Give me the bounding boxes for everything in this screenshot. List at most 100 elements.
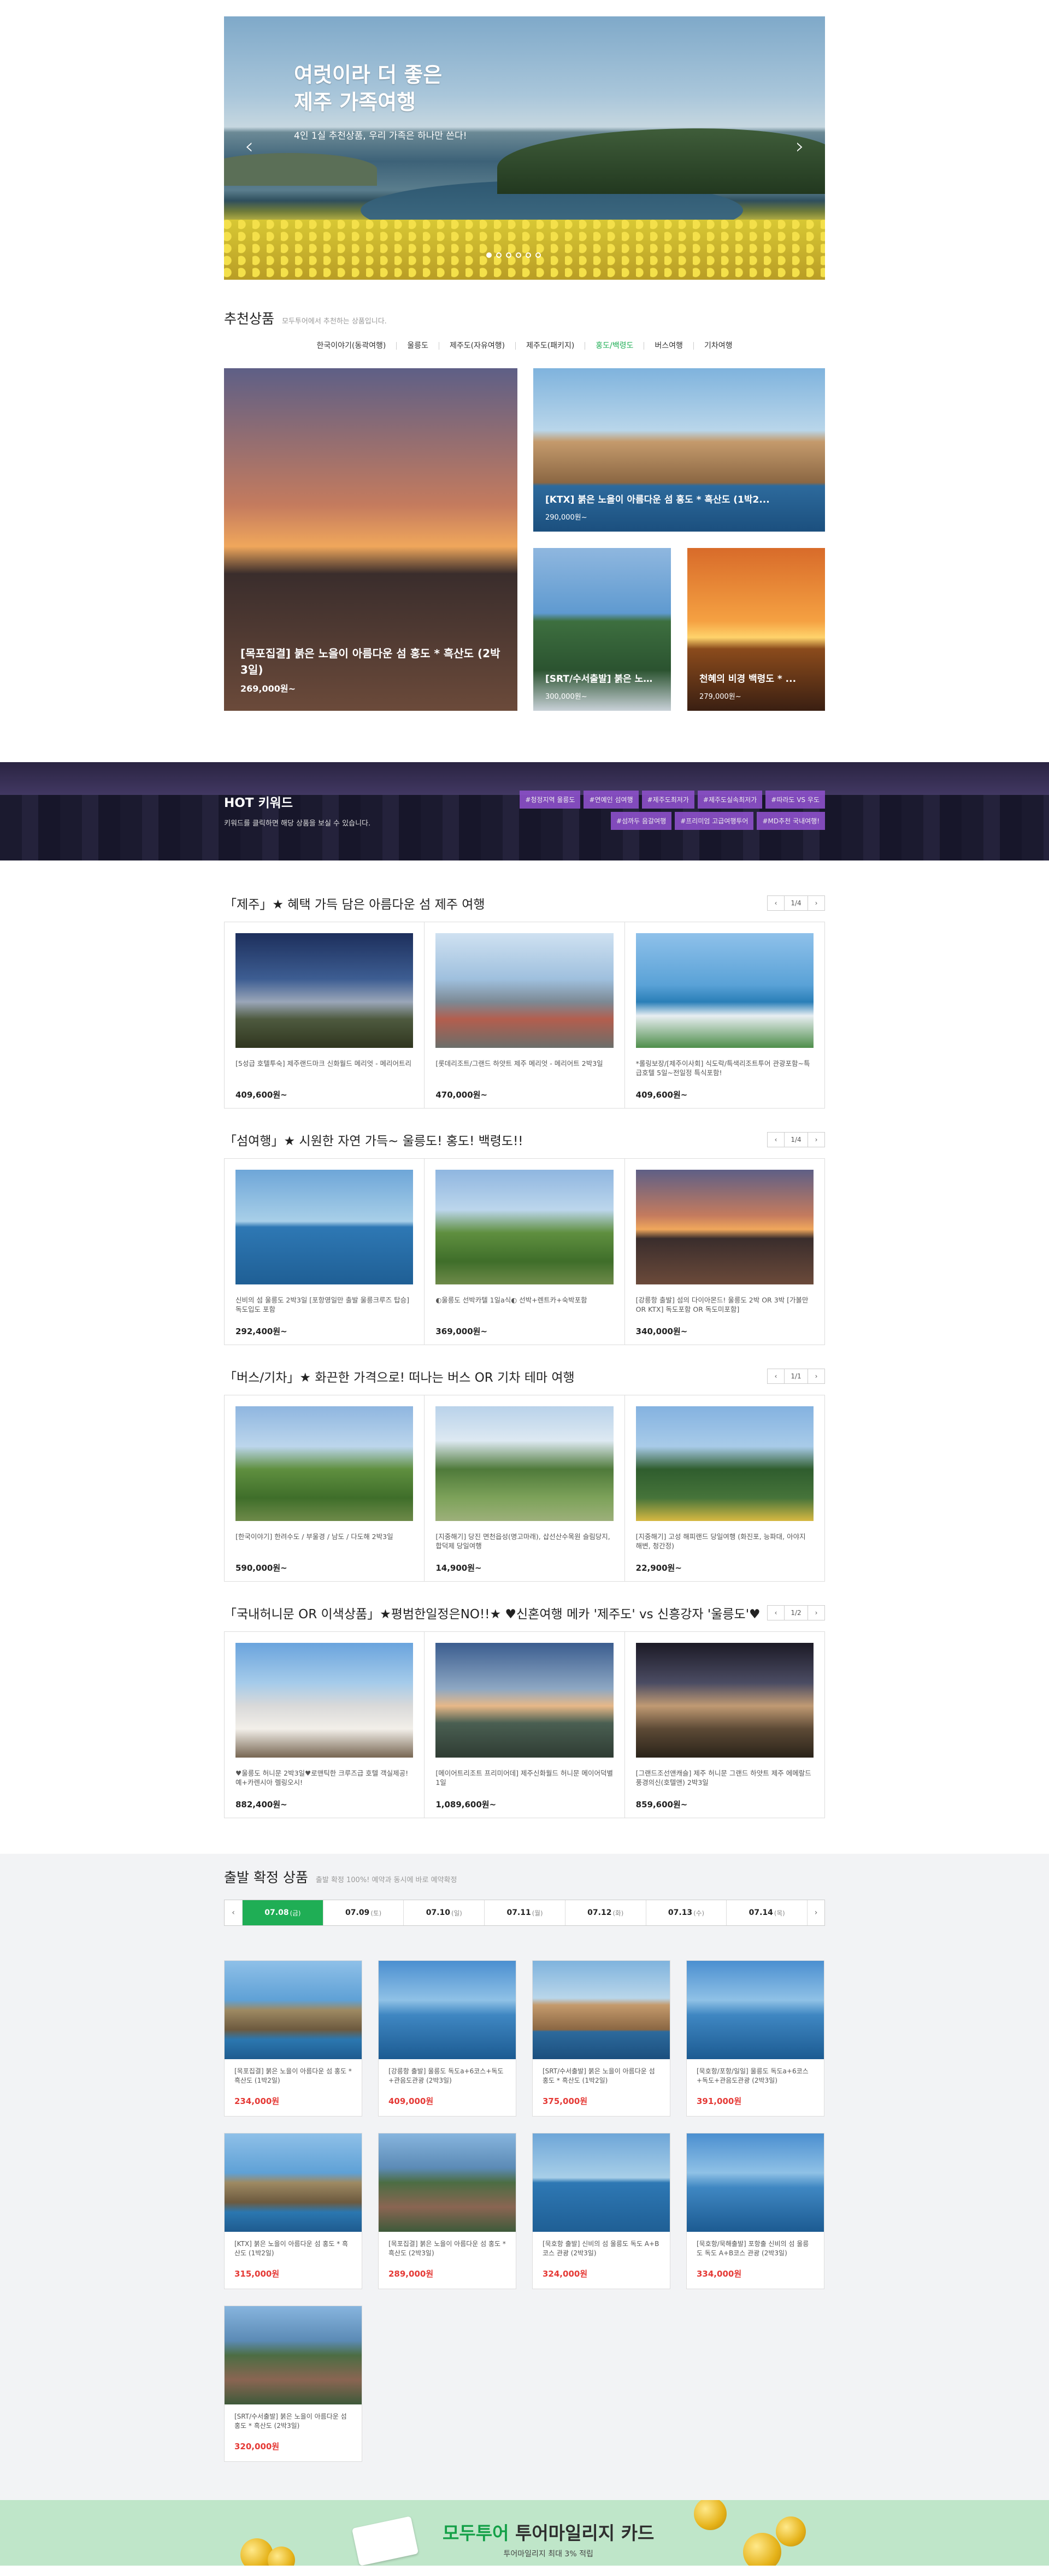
coin-icon <box>694 2500 727 2530</box>
product-card[interactable]: [5성급 호텔투숙] 제주랜드마크 신화월드 메리엇 - 메리어트리 409,60… <box>225 922 424 1108</box>
confirmed-card[interactable]: [SRT/수서출발] 붉은 노을이 아름다운 섬 홍도 * 흑산도 (1박2일)… <box>532 1960 670 2117</box>
next-page-icon[interactable]: › <box>808 1369 824 1383</box>
recommend-section: 추천상품 모두투어에서 추천하는 상품입니다. 한국이야기(동곽여행) 울릉도 … <box>0 296 1049 762</box>
date-tab[interactable]: 07.13 (수) <box>645 1900 727 1925</box>
tab-bus[interactable]: 버스여행 <box>644 342 693 350</box>
tab-jeju-package[interactable]: 제주도(패키지) <box>515 342 585 350</box>
product-card[interactable]: [강릉항 출발] 섬의 다이아몬드! 울릉도 2박 OR 3박 [가볼만 OR … <box>624 1159 824 1345</box>
confirmed-card[interactable]: [SRT/수서출발] 붉은 노을이 아름다운 섬 홍도 * 흑산도 (2박3일)… <box>224 2306 362 2462</box>
confirmed-card[interactable]: [목포집결] 붉은 노을이 아름다운 섬 홍도 * 흑산도 (2박3일) 289,… <box>378 2133 516 2289</box>
product-price: 340,000원~ <box>635 1327 688 1336</box>
keyword-tag[interactable]: #청정지역 울릉도 <box>520 791 581 809</box>
prev-page-icon[interactable]: ‹ <box>768 1606 784 1620</box>
recommend-title: 추천상품 <box>224 311 275 327</box>
product-card[interactable]: [한국이야기] 한려수도 / 부울경 / 남도 / 다도해 2박3일 590,00… <box>225 1395 424 1581</box>
confirmed-price: 375,000원 <box>543 2096 588 2106</box>
confirmed-title: [묵호항 출발] 신비의 섬 울릉도 독도 A+B코스 관광 (2박3일) <box>543 2240 659 2257</box>
tab-jeju-free[interactable]: 제주도(자유여행) <box>438 342 515 350</box>
recommend-card[interactable]: [SRT/수서출발] 붉은 노을이 아름다운 섬 홍도 * 흑산도... 300… <box>533 548 671 711</box>
confirmed-card[interactable]: [KTX] 붉은 노을이 아름다운 섬 홍도 * 흑산도 (1박2일) 315,0… <box>224 2133 362 2289</box>
confirmed-card[interactable]: [묵호항/포항/일일] 울릉도 독도a+6코스+독도+관음도관광 (2박3일) 3… <box>686 1960 824 2117</box>
slide-dot[interactable] <box>516 252 521 258</box>
date-tab[interactable]: 07.12 (화) <box>564 1900 646 1925</box>
date-tabs: ‹ 07.08 (금) 07.09 (토) 07.10 (일) 07.11 (월) 07… <box>224 1900 825 1926</box>
product-card[interactable]: [그랜드조선앤캐슬] 제주 허니문 그랜드 하얏트 제주 에메랄드 풍경의신(호… <box>624 1632 824 1818</box>
product-section-jeju: 「제주」★ 혜택 가득 담은 아름다운 섬 제주 여행 ‹ 1/4 › [5성급… <box>224 895 825 1132</box>
recommend-card[interactable]: 천혜의 비경 백령도 * ... 279,000원~ <box>687 548 825 711</box>
prev-date-icon[interactable]: ‹ <box>225 1900 242 1925</box>
date-tab[interactable]: 07.11 (월) <box>484 1900 565 1925</box>
card-title: [SRT/수서출발] 붉은 노을이 아름다운 섬 홍도 * 흑산도... <box>545 674 660 685</box>
hot-keyword-title: HOT 키워드 <box>224 796 293 810</box>
product-card[interactable]: ◐울릉도 선박카텔 1일a식◐ 선박+렌트카+숙박포함 369,000원~ <box>424 1159 624 1345</box>
date-tab[interactable]: 07.10 (일) <box>403 1900 484 1925</box>
recommend-card[interactable]: [KTX] 붉은 노을이 아름다운 섬 홍도 * 흑산도 (1박2... 290… <box>533 368 825 532</box>
page-indicator: 1/1 <box>784 1369 808 1383</box>
hero-title-line1: 여럿이라 더 좋은 <box>294 63 443 87</box>
tab-ulleungdo[interactable]: 울릉도 <box>396 342 439 350</box>
slide-dot[interactable] <box>496 252 502 258</box>
slide-dot[interactable] <box>526 252 531 258</box>
slide-dot[interactable] <box>506 252 511 258</box>
next-page-icon[interactable]: › <box>808 1606 824 1620</box>
card-price: 279,000원~ <box>699 693 741 701</box>
slide-dot[interactable] <box>486 252 492 258</box>
tab-korea-story[interactable]: 한국이야기(동곽여행) <box>307 342 397 350</box>
prev-page-icon[interactable]: ‹ <box>768 1133 784 1147</box>
prev-page-icon[interactable]: ‹ <box>768 896 784 910</box>
keyword-tag[interactable]: #MD추천 국내여행! <box>757 812 825 830</box>
product-price: 22,900원~ <box>635 1563 682 1573</box>
keyword-tag[interactable]: #섬까두 음갈여행 <box>611 812 672 830</box>
confirmed-title: [강릉항 출발] 울릉도 독도a+6코스+독도+관음도관광 (2박3일) <box>388 2067 504 2084</box>
prev-page-icon[interactable]: ‹ <box>768 1369 784 1383</box>
date-tab[interactable]: 07.09 (토) <box>322 1900 404 1925</box>
product-card[interactable]: 신비의 섬 울릉도 2박3일 [포항영일만 출발 울릉크루즈 탑승] 독도입도 … <box>225 1159 424 1345</box>
confirmed-title: [묵호항/묵해출발] 포항출 신비의 섬 울릉도 독도 A+B코스 관광 (2박… <box>697 2240 809 2257</box>
tab-train[interactable]: 기차여행 <box>693 342 743 350</box>
confirmed-card[interactable]: [묵호항/묵해출발] 포항출 신비의 섬 울릉도 독도 A+B코스 관광 (2박… <box>686 2133 824 2289</box>
section-title: 「섬여행」★ 시원한 자연 가득~ 울릉도! 홍도! 백령도!! <box>224 1134 523 1148</box>
slide-dot[interactable] <box>535 252 541 258</box>
confirmed-price: 334,000원 <box>697 2269 742 2279</box>
next-page-icon[interactable]: › <box>808 1133 824 1147</box>
product-card[interactable]: [롯데리조트/그랜드 하얏트 제주 메리엇 - 메리어트 2박3일 470,000… <box>424 922 624 1108</box>
product-section-island: 「섬여행」★ 시원한 자연 가득~ 울릉도! 홍도! 백령도!! ‹ 1/4 ›… <box>224 1132 825 1369</box>
confirmed-card[interactable]: [묵호항 출발] 신비의 섬 울릉도 독도 A+B코스 관광 (2박3일) 324… <box>532 2133 670 2289</box>
keyword-tag[interactable]: #따라도 VS 우도 <box>765 791 825 809</box>
next-page-icon[interactable]: › <box>808 896 824 910</box>
product-card[interactable]: *롤링보장/[제주이사회] 식도락/특색리조트투어 관광포함~특급호텔 5일~전… <box>624 922 824 1108</box>
product-title: [지중해기] 고성 해피랜드 당일여행 (화진포, 능파대, 아야지 해변, 청… <box>635 1532 806 1550</box>
confirmed-card[interactable]: [목포집결] 붉은 노을이 아름다운 섬 홍도 * 흑산도 (1박2일) 234,… <box>224 1960 362 2117</box>
confirmed-price: 289,000원 <box>388 2269 434 2279</box>
date-tab[interactable]: 07.14 (목) <box>726 1900 807 1925</box>
product-card[interactable]: ♥울릉도 허니문 2박3일♥로맨틱한 크루즈급 호텔 객실제공! 예+카렌시아 … <box>225 1632 424 1818</box>
confirmed-title: [목포집결] 붉은 노을이 아름다운 섬 홍도 * 흑산도 (2박3일) <box>388 2240 506 2257</box>
product-card[interactable]: [메이어트리조트 프리미어데] 제주신화월드 허니문 메이어덕별1일 1,089,… <box>424 1632 624 1818</box>
keyword-tag[interactable]: #연예인 섬여행 <box>584 791 639 809</box>
keyword-tag[interactable]: #제주도실속최저가 <box>697 791 763 809</box>
product-price: 14,900원~ <box>435 1563 482 1573</box>
mileage-card-banner[interactable]: 모두투어 투어마일리지 카드 투어마일리지 최대 3% 적립 <box>0 2500 1049 2566</box>
keyword-tag[interactable]: #프리미엄 고급여행투어 <box>675 812 754 830</box>
next-slide-icon[interactable]: › <box>795 134 804 159</box>
confirm-subtitle: 출발 확정 100%! 예약과 동시에 바로 예약확정 <box>315 1876 457 1884</box>
hot-keyword-subtitle: 키워드를 클릭하면 해당 상품을 보실 수 있습니다. <box>224 820 371 828</box>
confirmed-card[interactable]: [강릉항 출발] 울릉도 독도a+6코스+독도+관음도관광 (2박3일) 409,… <box>378 1960 516 2117</box>
tab-hongdo[interactable]: 홍도/백령도 <box>585 342 644 350</box>
product-title: 신비의 섬 울릉도 2박3일 [포항영일만 출발 울릉크루즈 탑승] 독도입도 … <box>235 1296 409 1313</box>
hero-banner-image[interactable]: 여럿이라 더 좋은 제주 가족여행 4인 1실 추천상품, 우리 가족은 하나만… <box>224 16 825 280</box>
credit-card-icon <box>351 2516 419 2566</box>
coin-icon <box>743 2533 781 2566</box>
keyword-tag[interactable]: #제주도최저가 <box>641 791 694 809</box>
date-tab[interactable]: 07.08 (금) <box>242 1900 323 1925</box>
product-price: 882,400원~ <box>235 1800 287 1809</box>
section-title: 「국내허니문 OR 이색상품」★평범한일정은NO!!★ ♥신혼여행 메카 '제주… <box>224 1607 761 1622</box>
coin-icon <box>268 2546 295 2566</box>
product-card[interactable]: [지중해기] 고성 해피랜드 당일여행 (화진포, 능파대, 아야지 해변, 청… <box>624 1395 824 1581</box>
product-title: [메이어트리조트 프리미어데] 제주신화월드 허니문 메이어덕별1일 <box>435 1769 613 1787</box>
product-card[interactable]: [지중해기] 당진 면천읍성(명고마래), 삽선산수목원 슬림당지, 합덕제 당… <box>424 1395 624 1581</box>
recommend-card-main[interactable]: [목포집결] 붉은 노을이 아름다운 섬 홍도 * 흑산도 (2박3일) 269… <box>224 368 517 711</box>
prev-slide-icon[interactable]: ‹ <box>245 134 254 159</box>
product-section-bus-train: 「버스/기차」★ 화끈한 가격으로! 떠나는 버스 OR 기차 테마 여행 ‹ … <box>224 1369 825 1605</box>
next-date-icon[interactable]: › <box>807 1900 824 1925</box>
